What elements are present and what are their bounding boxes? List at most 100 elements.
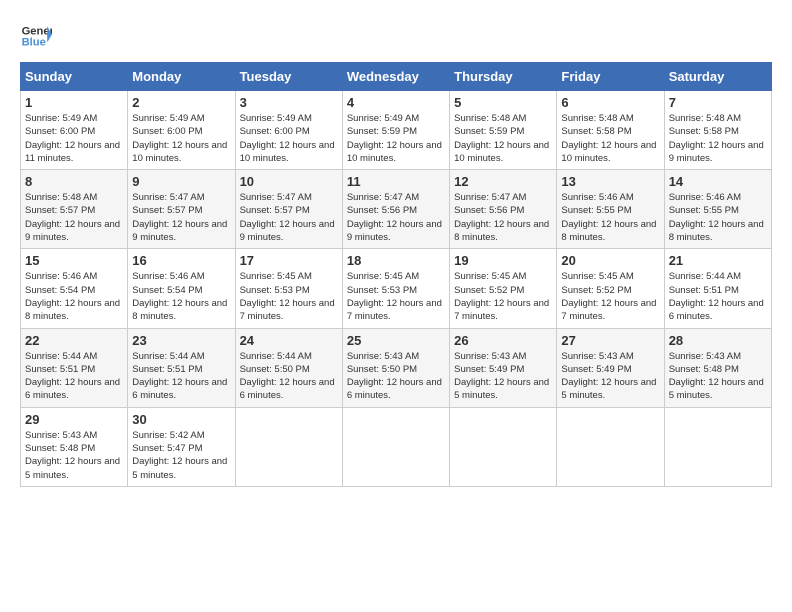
day-number: 23	[132, 333, 230, 348]
day-number: 5	[454, 95, 552, 110]
day-of-week-header: Saturday	[664, 63, 771, 91]
day-info: Sunrise: 5:46 AM Sunset: 5:54 PM Dayligh…	[132, 270, 230, 323]
calendar-day-cell: 14 Sunrise: 5:46 AM Sunset: 5:55 PM Dayl…	[664, 170, 771, 249]
day-number: 16	[132, 253, 230, 268]
calendar-day-cell: 24 Sunrise: 5:44 AM Sunset: 5:50 PM Dayl…	[235, 328, 342, 407]
calendar-week-row: 22 Sunrise: 5:44 AM Sunset: 5:51 PM Dayl…	[21, 328, 772, 407]
calendar-day-cell: 2 Sunrise: 5:49 AM Sunset: 6:00 PM Dayli…	[128, 91, 235, 170]
calendar-day-cell: 28 Sunrise: 5:43 AM Sunset: 5:48 PM Dayl…	[664, 328, 771, 407]
calendar-week-row: 15 Sunrise: 5:46 AM Sunset: 5:54 PM Dayl…	[21, 249, 772, 328]
day-number: 22	[25, 333, 123, 348]
day-info: Sunrise: 5:45 AM Sunset: 5:52 PM Dayligh…	[454, 270, 552, 323]
calendar-day-cell	[235, 407, 342, 486]
day-number: 17	[240, 253, 338, 268]
day-info: Sunrise: 5:46 AM Sunset: 5:55 PM Dayligh…	[669, 191, 767, 244]
calendar-day-cell: 13 Sunrise: 5:46 AM Sunset: 5:55 PM Dayl…	[557, 170, 664, 249]
day-number: 24	[240, 333, 338, 348]
day-info: Sunrise: 5:45 AM Sunset: 5:52 PM Dayligh…	[561, 270, 659, 323]
calendar-day-cell: 20 Sunrise: 5:45 AM Sunset: 5:52 PM Dayl…	[557, 249, 664, 328]
day-number: 20	[561, 253, 659, 268]
day-number: 8	[25, 174, 123, 189]
calendar-day-cell: 27 Sunrise: 5:43 AM Sunset: 5:49 PM Dayl…	[557, 328, 664, 407]
calendar-day-cell: 17 Sunrise: 5:45 AM Sunset: 5:53 PM Dayl…	[235, 249, 342, 328]
day-number: 18	[347, 253, 445, 268]
calendar-day-cell: 12 Sunrise: 5:47 AM Sunset: 5:56 PM Dayl…	[450, 170, 557, 249]
calendar-day-cell: 3 Sunrise: 5:49 AM Sunset: 6:00 PM Dayli…	[235, 91, 342, 170]
calendar-day-cell: 6 Sunrise: 5:48 AM Sunset: 5:58 PM Dayli…	[557, 91, 664, 170]
day-info: Sunrise: 5:44 AM Sunset: 5:50 PM Dayligh…	[240, 350, 338, 403]
calendar-week-row: 1 Sunrise: 5:49 AM Sunset: 6:00 PM Dayli…	[21, 91, 772, 170]
day-of-week-header: Sunday	[21, 63, 128, 91]
day-info: Sunrise: 5:43 AM Sunset: 5:49 PM Dayligh…	[454, 350, 552, 403]
calendar-body: 1 Sunrise: 5:49 AM Sunset: 6:00 PM Dayli…	[21, 91, 772, 487]
day-info: Sunrise: 5:49 AM Sunset: 6:00 PM Dayligh…	[25, 112, 123, 165]
day-number: 11	[347, 174, 445, 189]
day-info: Sunrise: 5:45 AM Sunset: 5:53 PM Dayligh…	[347, 270, 445, 323]
calendar-header-row: SundayMondayTuesdayWednesdayThursdayFrid…	[21, 63, 772, 91]
day-number: 12	[454, 174, 552, 189]
calendar-day-cell: 29 Sunrise: 5:43 AM Sunset: 5:48 PM Dayl…	[21, 407, 128, 486]
logo: General Blue	[20, 20, 52, 52]
day-number: 13	[561, 174, 659, 189]
day-info: Sunrise: 5:46 AM Sunset: 5:54 PM Dayligh…	[25, 270, 123, 323]
page-header: General Blue	[20, 20, 772, 52]
day-info: Sunrise: 5:48 AM Sunset: 5:58 PM Dayligh…	[561, 112, 659, 165]
day-number: 28	[669, 333, 767, 348]
day-number: 3	[240, 95, 338, 110]
day-info: Sunrise: 5:47 AM Sunset: 5:57 PM Dayligh…	[240, 191, 338, 244]
svg-text:Blue: Blue	[22, 37, 46, 49]
day-info: Sunrise: 5:48 AM Sunset: 5:59 PM Dayligh…	[454, 112, 552, 165]
calendar-day-cell	[450, 407, 557, 486]
calendar-day-cell: 19 Sunrise: 5:45 AM Sunset: 5:52 PM Dayl…	[450, 249, 557, 328]
calendar-day-cell: 16 Sunrise: 5:46 AM Sunset: 5:54 PM Dayl…	[128, 249, 235, 328]
day-number: 1	[25, 95, 123, 110]
day-info: Sunrise: 5:44 AM Sunset: 5:51 PM Dayligh…	[669, 270, 767, 323]
day-number: 10	[240, 174, 338, 189]
calendar-day-cell	[664, 407, 771, 486]
calendar-day-cell: 9 Sunrise: 5:47 AM Sunset: 5:57 PM Dayli…	[128, 170, 235, 249]
day-of-week-header: Thursday	[450, 63, 557, 91]
day-info: Sunrise: 5:49 AM Sunset: 5:59 PM Dayligh…	[347, 112, 445, 165]
day-info: Sunrise: 5:42 AM Sunset: 5:47 PM Dayligh…	[132, 429, 230, 482]
calendar-day-cell: 21 Sunrise: 5:44 AM Sunset: 5:51 PM Dayl…	[664, 249, 771, 328]
calendar-day-cell	[342, 407, 449, 486]
day-info: Sunrise: 5:47 AM Sunset: 5:57 PM Dayligh…	[132, 191, 230, 244]
day-number: 4	[347, 95, 445, 110]
calendar-day-cell: 1 Sunrise: 5:49 AM Sunset: 6:00 PM Dayli…	[21, 91, 128, 170]
day-info: Sunrise: 5:48 AM Sunset: 5:58 PM Dayligh…	[669, 112, 767, 165]
day-number: 6	[561, 95, 659, 110]
day-number: 7	[669, 95, 767, 110]
calendar-day-cell: 25 Sunrise: 5:43 AM Sunset: 5:50 PM Dayl…	[342, 328, 449, 407]
calendar-day-cell: 22 Sunrise: 5:44 AM Sunset: 5:51 PM Dayl…	[21, 328, 128, 407]
day-number: 27	[561, 333, 659, 348]
calendar-day-cell: 30 Sunrise: 5:42 AM Sunset: 5:47 PM Dayl…	[128, 407, 235, 486]
calendar-day-cell: 5 Sunrise: 5:48 AM Sunset: 5:59 PM Dayli…	[450, 91, 557, 170]
calendar-day-cell: 11 Sunrise: 5:47 AM Sunset: 5:56 PM Dayl…	[342, 170, 449, 249]
calendar-day-cell: 8 Sunrise: 5:48 AM Sunset: 5:57 PM Dayli…	[21, 170, 128, 249]
calendar-week-row: 8 Sunrise: 5:48 AM Sunset: 5:57 PM Dayli…	[21, 170, 772, 249]
day-info: Sunrise: 5:44 AM Sunset: 5:51 PM Dayligh…	[132, 350, 230, 403]
calendar-day-cell: 18 Sunrise: 5:45 AM Sunset: 5:53 PM Dayl…	[342, 249, 449, 328]
day-number: 9	[132, 174, 230, 189]
day-info: Sunrise: 5:47 AM Sunset: 5:56 PM Dayligh…	[347, 191, 445, 244]
day-of-week-header: Tuesday	[235, 63, 342, 91]
day-number: 15	[25, 253, 123, 268]
day-number: 30	[132, 412, 230, 427]
day-of-week-header: Monday	[128, 63, 235, 91]
day-info: Sunrise: 5:44 AM Sunset: 5:51 PM Dayligh…	[25, 350, 123, 403]
day-number: 14	[669, 174, 767, 189]
calendar-day-cell: 15 Sunrise: 5:46 AM Sunset: 5:54 PM Dayl…	[21, 249, 128, 328]
calendar-day-cell: 4 Sunrise: 5:49 AM Sunset: 5:59 PM Dayli…	[342, 91, 449, 170]
calendar-day-cell: 26 Sunrise: 5:43 AM Sunset: 5:49 PM Dayl…	[450, 328, 557, 407]
day-info: Sunrise: 5:43 AM Sunset: 5:48 PM Dayligh…	[669, 350, 767, 403]
day-info: Sunrise: 5:45 AM Sunset: 5:53 PM Dayligh…	[240, 270, 338, 323]
day-of-week-header: Friday	[557, 63, 664, 91]
day-number: 26	[454, 333, 552, 348]
day-info: Sunrise: 5:43 AM Sunset: 5:49 PM Dayligh…	[561, 350, 659, 403]
day-number: 19	[454, 253, 552, 268]
calendar-day-cell: 10 Sunrise: 5:47 AM Sunset: 5:57 PM Dayl…	[235, 170, 342, 249]
logo-icon: General Blue	[20, 20, 52, 52]
day-info: Sunrise: 5:47 AM Sunset: 5:56 PM Dayligh…	[454, 191, 552, 244]
calendar-day-cell: 7 Sunrise: 5:48 AM Sunset: 5:58 PM Dayli…	[664, 91, 771, 170]
day-number: 25	[347, 333, 445, 348]
